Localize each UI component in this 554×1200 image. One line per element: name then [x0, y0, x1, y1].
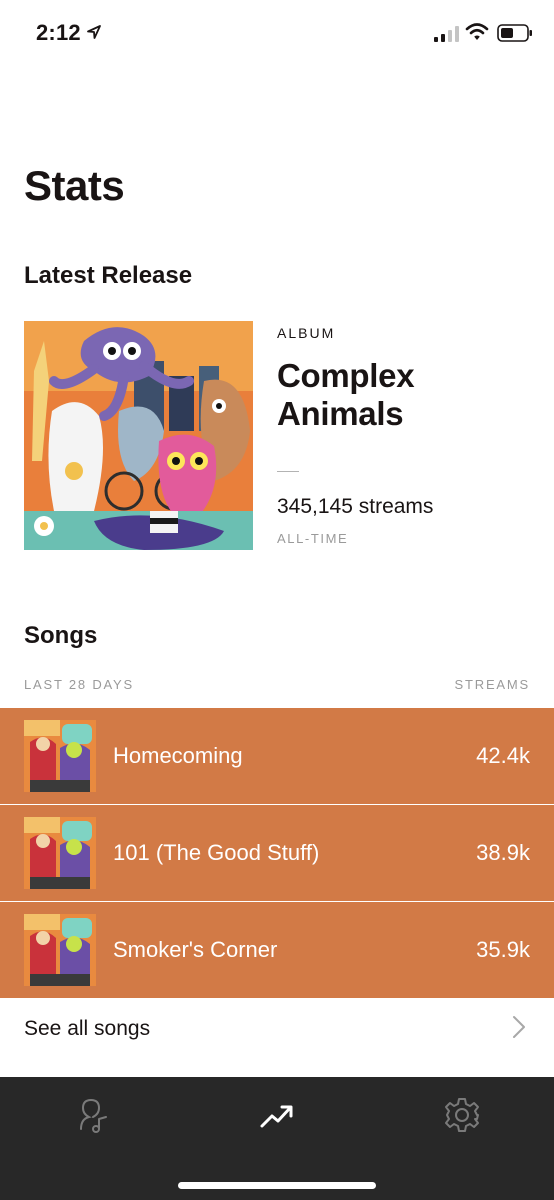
release-stream-count: 345,145 streams [277, 495, 434, 518]
song-row[interactable]: 101 (The Good Stuff) 38.9k [0, 805, 554, 901]
release-title[interactable]: Complex Animals [277, 357, 537, 433]
songs-streams-header: STREAMS [454, 677, 530, 692]
song-row[interactable]: Smoker's Corner 35.9k [0, 902, 554, 998]
see-all-songs-link[interactable]: See all songs [0, 997, 554, 1059]
song-cover [24, 817, 96, 889]
song-row[interactable]: Homecoming 42.4k [0, 708, 554, 804]
song-list: Homecoming 42.4k 101 (The Good Stuff) 38… [0, 708, 554, 998]
see-all-songs-label: See all songs [24, 1017, 151, 1040]
song-title: Homecoming [113, 743, 243, 768]
song-stream-count: 35.9k [476, 937, 530, 962]
release-stream-period: ALL-TIME [277, 531, 349, 546]
settings-gear-icon[interactable] [442, 1095, 482, 1135]
location-arrow-icon [87, 25, 101, 39]
status-time: 2:12 [36, 20, 81, 45]
release-type-label: ALBUM [277, 325, 336, 341]
status-bar: 2:12 [0, 0, 554, 66]
artist-icon[interactable] [73, 1095, 113, 1135]
songs-heading: Songs [24, 622, 98, 649]
signal-icon [434, 26, 459, 42]
battery-icon [497, 24, 532, 42]
song-title: 101 (The Good Stuff) [113, 840, 320, 865]
tab-bar [0, 1077, 554, 1200]
album-cover[interactable] [24, 321, 253, 550]
song-cover [24, 914, 96, 986]
stats-trend-icon[interactable] [256, 1095, 296, 1135]
song-stream-count: 42.4k [476, 743, 530, 768]
page-title: Stats [24, 162, 125, 209]
songs-period-header: LAST 28 DAYS [24, 677, 134, 692]
song-stream-count: 38.9k [476, 840, 530, 865]
song-title: Smoker's Corner [113, 937, 278, 962]
latest-release-heading: Latest Release [24, 262, 193, 289]
home-indicator [178, 1182, 376, 1189]
song-cover [24, 720, 96, 792]
songs-column-header: LAST 28 DAYS STREAMS [24, 677, 530, 695]
wifi-icon [465, 23, 489, 40]
divider [277, 471, 299, 472]
chevron-right-icon [513, 1016, 525, 1038]
